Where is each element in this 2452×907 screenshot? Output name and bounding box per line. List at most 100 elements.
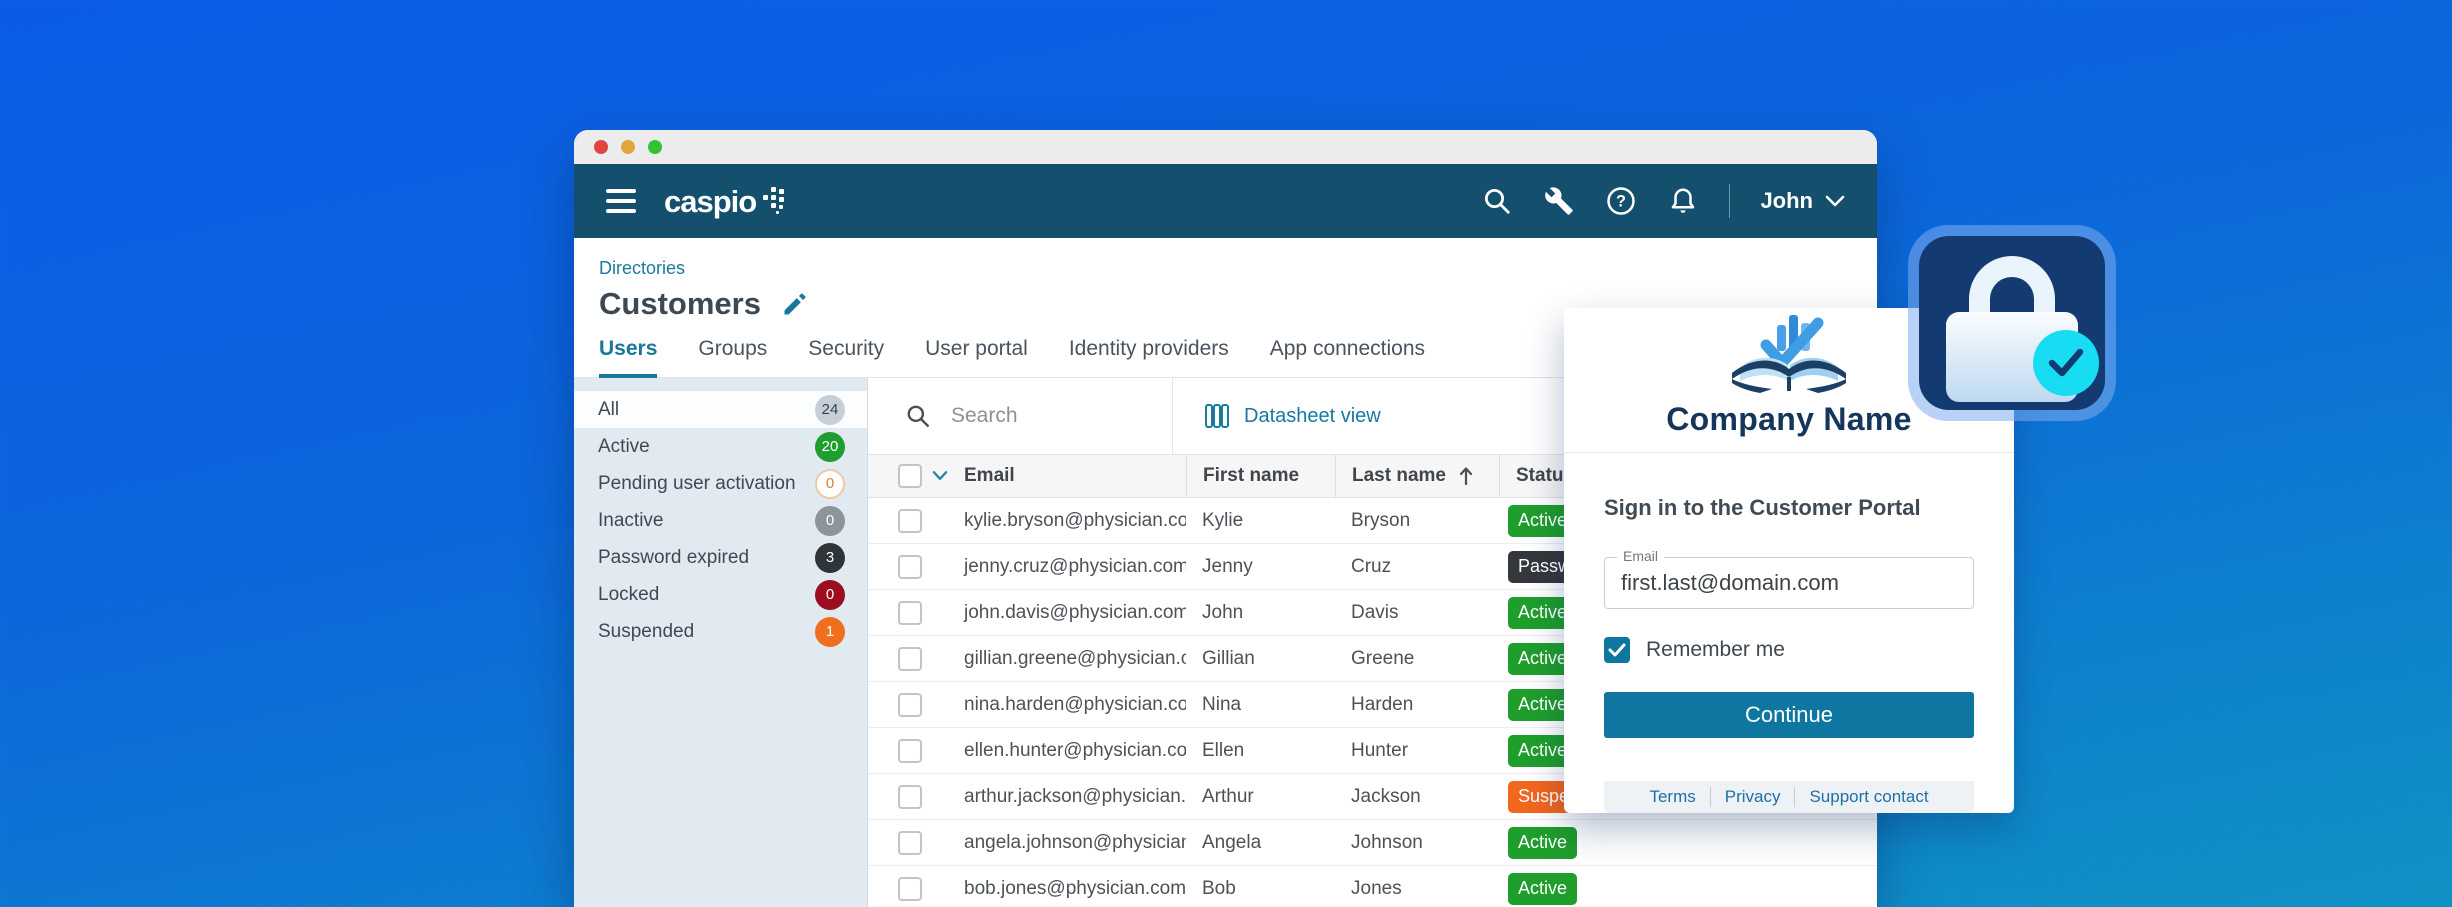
cell-first-name: Jenny	[1186, 556, 1335, 578]
row-checkbox[interactable]	[898, 601, 922, 625]
tab[interactable]: Security	[808, 337, 884, 378]
datasheet-view-button[interactable]: Datasheet view	[1173, 378, 1381, 454]
zoom-window-button[interactable]	[648, 140, 662, 154]
status-filter-item[interactable]: All 24	[574, 391, 867, 428]
bell-icon	[1668, 186, 1698, 216]
status-filter-item[interactable]: Inactive 0	[574, 502, 867, 539]
tab[interactable]: Users	[599, 337, 657, 378]
window-titlebar	[574, 130, 1877, 164]
company-logo	[1714, 311, 1864, 397]
cell-last-name: Johnson	[1335, 832, 1499, 854]
tab-label: Users	[599, 337, 657, 360]
help-icon: ?	[1606, 186, 1636, 216]
menu-button[interactable]	[606, 189, 636, 213]
select-all-checkbox[interactable]	[898, 464, 922, 488]
columns-icon	[1204, 403, 1230, 429]
remember-me-checkbox[interactable]: Remember me	[1604, 637, 1974, 663]
row-checkbox[interactable]	[898, 831, 922, 855]
row-checkbox[interactable]	[898, 509, 922, 533]
sort-ascending-icon	[1458, 466, 1474, 486]
filter-label: Active	[598, 436, 650, 458]
continue-button[interactable]: Continue	[1604, 692, 1974, 738]
datasheet-view-label: Datasheet view	[1244, 405, 1381, 428]
select-menu-chevron-icon[interactable]	[932, 470, 948, 482]
row-checkbox[interactable]	[898, 693, 922, 717]
minimize-window-button[interactable]	[621, 140, 635, 154]
column-header-first-name[interactable]: First name	[1186, 455, 1335, 497]
row-checkbox[interactable]	[898, 647, 922, 671]
filter-label: Pending user activation	[598, 473, 796, 495]
notifications-button[interactable]	[1667, 185, 1699, 217]
status-filter-item[interactable]: Pending user activation 0	[574, 465, 867, 502]
caspio-logo[interactable]: caspio	[664, 186, 786, 217]
filter-count-badge: 3	[815, 543, 845, 573]
cell-last-name: Davis	[1335, 602, 1499, 624]
portal-footer-link[interactable]: Support contact	[1794, 787, 1942, 807]
cell-email: gillian.greene@physician.com	[948, 648, 1186, 670]
status-filter-sidebar: All 24 Active 20 Pending user activation…	[574, 378, 868, 907]
breadcrumb[interactable]: Directories	[599, 258, 1877, 279]
row-checkbox[interactable]	[898, 877, 922, 901]
cell-last-name: Jones	[1335, 878, 1499, 900]
filter-count-badge: 1	[815, 617, 845, 647]
cell-first-name: Ellen	[1186, 740, 1335, 762]
tab[interactable]: Groups	[698, 337, 767, 378]
filter-label: Locked	[598, 584, 659, 606]
status-badge: Active	[1508, 827, 1577, 859]
cell-email: nina.harden@physician.com	[948, 694, 1186, 716]
tab-label: App connections	[1270, 337, 1425, 360]
signin-heading: Sign in to the Customer Portal	[1604, 495, 1974, 521]
cell-first-name: Nina	[1186, 694, 1335, 716]
search-button[interactable]	[1481, 185, 1513, 217]
filter-count-badge: 0	[815, 580, 845, 610]
email-field[interactable]	[1605, 558, 1973, 608]
cell-last-name: Greene	[1335, 648, 1499, 670]
cell-first-name: John	[1186, 602, 1335, 624]
status-badge: Active	[1508, 873, 1577, 905]
row-checkbox[interactable]	[898, 555, 922, 579]
cell-first-name: Arthur	[1186, 786, 1335, 808]
table-row[interactable]: bob.jones@physician.com Bob Jones Active	[868, 866, 1877, 907]
cell-first-name: Kylie	[1186, 510, 1335, 532]
security-lock-badge	[1908, 225, 2116, 421]
tab[interactable]: User portal	[925, 337, 1028, 378]
header-actions: ? John	[1481, 184, 1845, 218]
row-checkbox[interactable]	[898, 739, 922, 763]
help-button[interactable]: ?	[1605, 185, 1637, 217]
close-window-button[interactable]	[594, 140, 608, 154]
search-input[interactable]	[951, 404, 1161, 428]
tools-button[interactable]	[1543, 185, 1575, 217]
svg-text:?: ?	[1616, 193, 1626, 211]
cell-email: jenny.cruz@physician.com	[948, 556, 1186, 578]
filter-label: Suspended	[598, 621, 694, 643]
column-header-last-name[interactable]: Last name	[1335, 455, 1499, 497]
row-checkbox[interactable]	[898, 785, 922, 809]
header-divider	[1729, 184, 1730, 218]
user-menu[interactable]: John	[1760, 188, 1845, 214]
cell-email: kylie.bryson@physician.com	[948, 510, 1186, 532]
table-row[interactable]: angela.johnson@physician.com Angela John…	[868, 820, 1877, 866]
tab-label: User portal	[925, 337, 1028, 360]
filter-count-badge: 20	[815, 432, 845, 462]
status-filter-item[interactable]: Active 20	[574, 428, 867, 465]
signin-form: Sign in to the Customer Portal Email Rem…	[1564, 453, 2014, 813]
column-header-email[interactable]: Email	[948, 455, 1186, 497]
filter-label: Inactive	[598, 510, 663, 532]
tab-label: Security	[808, 337, 884, 360]
portal-footer-link[interactable]: Privacy	[1710, 787, 1795, 807]
email-field-label: Email	[1617, 548, 1664, 564]
cell-first-name: Angela	[1186, 832, 1335, 854]
portal-footer-link[interactable]: Terms	[1635, 787, 1709, 807]
cell-email: bob.jones@physician.com	[948, 878, 1186, 900]
tab[interactable]: App connections	[1270, 337, 1425, 378]
chevron-down-icon	[1825, 194, 1845, 208]
cell-email: ellen.hunter@physician.com	[948, 740, 1186, 762]
app-header: caspio	[574, 164, 1877, 238]
status-filter-item[interactable]: Password expired 3	[574, 539, 867, 576]
tab-label: Identity providers	[1069, 337, 1229, 360]
status-filter-item[interactable]: Suspended 1	[574, 613, 867, 650]
edit-title-button[interactable]	[781, 290, 809, 318]
tab[interactable]: Identity providers	[1069, 337, 1229, 378]
cell-email: arthur.jackson@physician.com	[948, 786, 1186, 808]
status-filter-item[interactable]: Locked 0	[574, 576, 867, 613]
